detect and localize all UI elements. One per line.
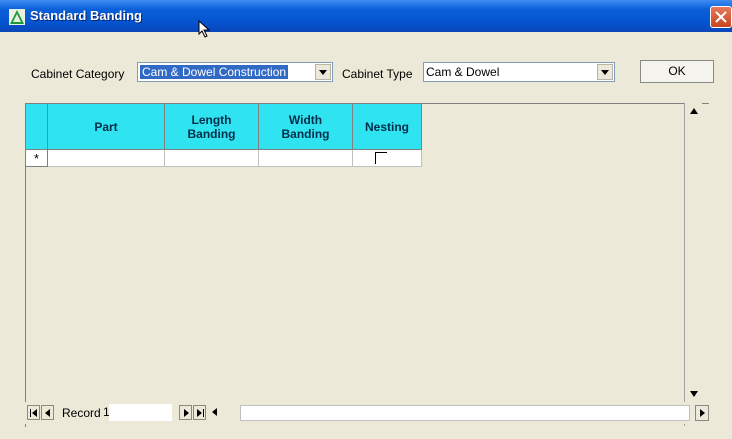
cabinet-category-value: Cam & Dowel Construction xyxy=(140,65,289,79)
arrow-left-icon xyxy=(212,408,217,416)
scroll-left-button[interactable] xyxy=(209,405,222,420)
cabinet-type-label: Cabinet Type xyxy=(342,67,413,81)
arrow-down-icon xyxy=(690,391,698,397)
new-row-part-cell[interactable] xyxy=(48,150,165,167)
chevron-down-icon xyxy=(601,70,609,75)
cabinet-type-dropdown-button[interactable] xyxy=(597,64,613,80)
record-label: Record xyxy=(62,406,101,420)
mouse-pointer-icon xyxy=(198,19,212,38)
column-header-length-banding[interactable]: Length Banding xyxy=(165,104,259,150)
cabinet-category-label: Cabinet Category xyxy=(31,67,125,81)
new-row-length-banding-cell[interactable] xyxy=(165,150,259,167)
chevron-down-icon xyxy=(319,70,327,75)
next-record-icon xyxy=(184,409,189,417)
first-record-button[interactable] xyxy=(27,405,40,420)
new-row-nesting-cell[interactable] xyxy=(353,150,422,167)
vertical-scrollbar[interactable] xyxy=(684,103,702,426)
arrow-up-icon xyxy=(690,108,698,114)
record-selector-header[interactable] xyxy=(26,104,48,150)
column-header-part[interactable]: Part xyxy=(48,104,165,150)
previous-record-icon xyxy=(45,409,50,417)
next-record-button[interactable] xyxy=(179,405,192,420)
record-number-value: 1 xyxy=(103,405,110,419)
record-navigator: Record 1 xyxy=(25,402,709,424)
cabinet-type-select[interactable]: Cam & Dowel xyxy=(423,62,615,82)
scroll-right-button[interactable] xyxy=(695,405,709,421)
scroll-down-button[interactable] xyxy=(686,385,702,401)
ok-button[interactable]: OK xyxy=(640,60,714,83)
close-button[interactable] xyxy=(710,6,732,28)
new-row-width-banding-cell[interactable] xyxy=(259,150,353,167)
last-record-button[interactable] xyxy=(193,405,206,420)
close-icon xyxy=(715,11,727,23)
app-triangle-icon xyxy=(9,9,25,25)
cabinet-category-dropdown-button[interactable] xyxy=(315,64,331,80)
column-header-nesting[interactable]: Nesting xyxy=(353,104,422,150)
arrow-right-icon xyxy=(700,409,705,417)
last-record-icon xyxy=(197,409,204,417)
new-record-marker[interactable]: * xyxy=(26,150,48,167)
previous-record-button[interactable] xyxy=(41,405,54,420)
standard-banding-window: Standard Banding Cabinet Category Cam & … xyxy=(0,0,732,439)
horizontal-scrollbar[interactable] xyxy=(240,405,690,421)
record-number-field[interactable]: 1 xyxy=(103,404,172,421)
cabinet-type-value: Cam & Dowel xyxy=(426,65,500,79)
scroll-up-button[interactable] xyxy=(686,104,702,120)
window-title: Standard Banding xyxy=(30,8,142,23)
title-bar[interactable]: Standard Banding xyxy=(0,0,732,38)
nesting-checkbox[interactable] xyxy=(375,152,387,164)
first-record-icon xyxy=(30,409,37,417)
cabinet-category-select[interactable]: Cam & Dowel Construction xyxy=(137,62,333,82)
column-header-width-banding[interactable]: Width Banding xyxy=(259,104,353,150)
banding-datasheet: Part Length Banding Width Banding Nesting … xyxy=(25,103,709,427)
